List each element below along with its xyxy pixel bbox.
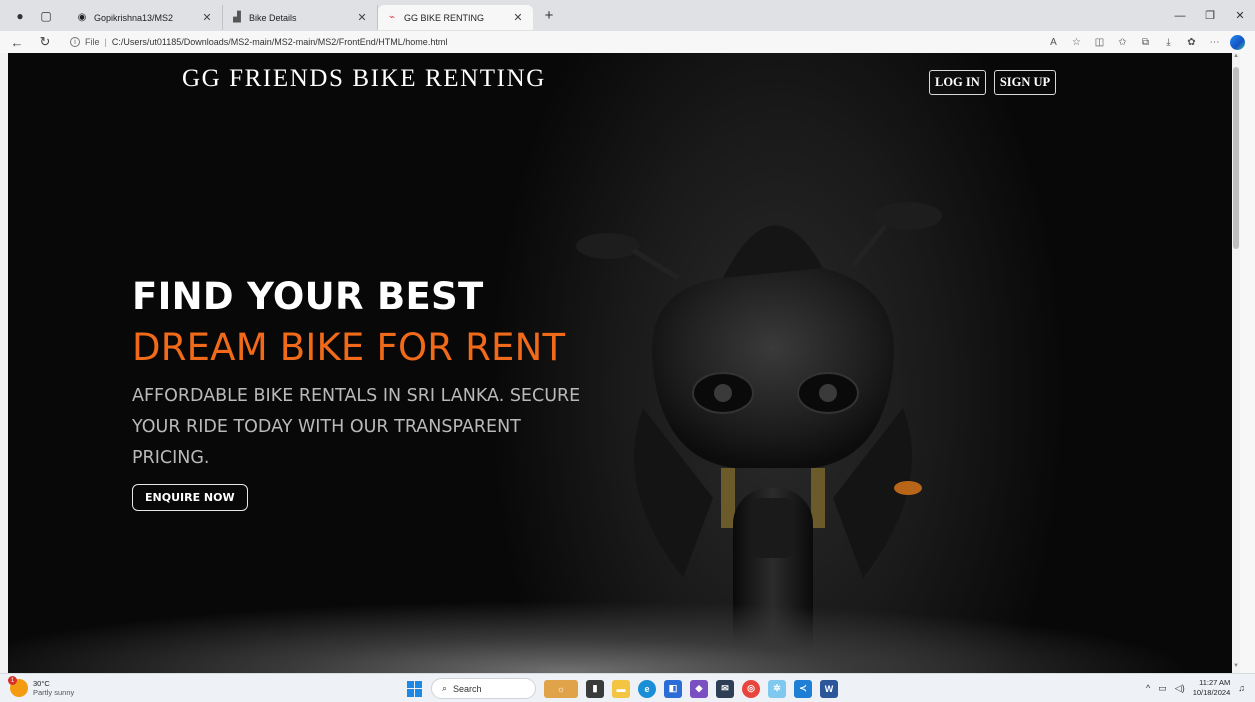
refresh-icon[interactable]: ↻	[34, 31, 56, 53]
hero-subtitle: AFFORDABLE BIKE RENTALS IN SRI LANKA. SE…	[132, 386, 581, 468]
extensions-icon[interactable]: ✿	[1180, 31, 1203, 53]
chevron-up-icon[interactable]: ^	[1146, 683, 1150, 693]
hero-heading-line2: DREAM BIKE FOR RENT	[132, 326, 566, 369]
profile-icon[interactable]: ●	[12, 8, 28, 24]
clock[interactable]: 11:27 AM 10/18/2024	[1193, 678, 1231, 698]
hero-content: FIND YOUR BEST DREAM BIKE FOR RENT AFFOR…	[132, 275, 592, 511]
info-icon[interactable]: i	[70, 37, 80, 47]
widgets-app-icon[interactable]: ☼	[544, 679, 578, 698]
favorite-star-icon[interactable]: ☆	[1065, 31, 1088, 53]
weather-text: 30°C Partly sunny	[33, 679, 74, 697]
edge-browser-icon[interactable]: e	[638, 679, 656, 698]
taskbar: 1 30°C Partly sunny ⌕ Search ☼ ▮ ▬ e ◧ ◆…	[0, 673, 1255, 702]
url-separator: |	[104, 37, 107, 47]
browser-tab-strip: ● ▢ ◉ Gopikrishna13/MS2 ✕ ▟ Bike Details…	[0, 0, 1255, 31]
browser-tab-active[interactable]: ⌁ GG BIKE RENTING ✕	[378, 5, 533, 30]
github-icon: ◉	[77, 12, 87, 23]
clock-date: 10/18/2024	[1192, 688, 1231, 697]
login-button[interactable]: LOG IN	[929, 70, 986, 95]
back-icon[interactable]: ←	[6, 31, 28, 53]
network-icon[interactable]: ▭	[1158, 683, 1167, 694]
url-field[interactable]: i File | C:/Users/ut01185/Downloads/MS2-…	[70, 37, 1042, 47]
weather-widget[interactable]: 1 30°C Partly sunny	[8, 676, 74, 697]
browser-toolbar: A ☆ ◫ ✩ ⧉ ⤓ ✿ ⋯	[1042, 31, 1249, 53]
minimize-icon[interactable]: —	[1165, 0, 1195, 31]
bike-favicon: ⌁	[388, 12, 396, 23]
weather-condition: Partly sunny	[33, 688, 75, 697]
store-app-icon[interactable]: ◧	[664, 679, 682, 698]
hero-heading-line1: FIND YOUR BEST	[132, 275, 484, 318]
notification-badge: 1	[8, 676, 17, 685]
close-icon[interactable]: ✕	[355, 11, 369, 24]
word-icon[interactable]: W	[820, 679, 838, 698]
mail-app-icon[interactable]: ✉	[716, 679, 734, 698]
auth-nav: LOG IN SIGN UP	[929, 70, 1057, 95]
favorites-icon[interactable]: ✩	[1111, 31, 1134, 53]
window-controls: — ❐ ✕	[1165, 0, 1255, 31]
tab-strip-lead: ● ▢	[0, 0, 68, 31]
enquire-now-button[interactable]: ENQUIRE NOW	[132, 484, 248, 511]
weather-temp: 30°C	[33, 679, 50, 688]
restore-icon[interactable]: ❐	[1195, 0, 1225, 31]
floor-light	[8, 553, 1240, 673]
url-path: C:/Users/ut01185/Downloads/MS2-main/MS2-…	[111, 37, 448, 47]
close-icon[interactable]: ✕	[200, 11, 214, 24]
chrome-icon[interactable]: ◎	[742, 679, 760, 698]
tab-title: Gopikrishna13/MS2	[94, 12, 174, 23]
close-icon[interactable]: ✕	[511, 11, 525, 24]
signup-button[interactable]: SIGN UP	[993, 70, 1057, 95]
read-aloud-icon[interactable]: A	[1042, 31, 1065, 53]
scroll-up-icon[interactable]: ▲	[1232, 53, 1240, 63]
page-scrollbar[interactable]: ▲ ▼	[1232, 53, 1240, 673]
page-viewport: GG FRIENDS BIKE RENTING LOG IN SIGN UP F…	[8, 53, 1240, 673]
close-window-icon[interactable]: ✕	[1225, 0, 1255, 31]
downloads-icon[interactable]: ⤓	[1157, 31, 1180, 53]
split-screen-icon[interactable]: ◫	[1088, 31, 1111, 53]
system-tray: ^ ▭ ◁) 11:27 AM 10/18/2024 ♫	[1146, 678, 1245, 698]
clock-time: 11:27 AM	[1199, 678, 1231, 687]
search-icon: ⌕	[442, 683, 448, 693]
more-icon[interactable]: ⋯	[1203, 31, 1226, 53]
browser-tab[interactable]: ▟ Bike Details ✕	[223, 5, 378, 30]
window-gutter	[1240, 53, 1255, 673]
photos-app-icon[interactable]: ✲	[768, 679, 786, 698]
windows-start-icon[interactable]	[407, 680, 423, 697]
new-tab-button[interactable]: +	[537, 4, 561, 28]
visual-studio-icon[interactable]: ◆	[690, 679, 708, 698]
notification-bell-icon[interactable]: ♫	[1238, 683, 1245, 693]
collections-icon[interactable]: ⧉	[1134, 31, 1157, 53]
taskbar-apps: ⌕ Search ☼ ▮ ▬ e ◧ ◆ ✉ ◎ ✲ ≺ W	[407, 678, 838, 699]
volume-icon[interactable]: ◁)	[1175, 683, 1185, 694]
task-view-icon[interactable]: ▮	[586, 679, 604, 698]
scrollbar-thumb[interactable]	[1233, 67, 1239, 249]
weather-icon: 1	[8, 676, 28, 697]
tab-title: GG BIKE RENTING	[404, 12, 485, 23]
scroll-down-icon[interactable]: ▼	[1232, 663, 1240, 673]
copilot-icon[interactable]	[1226, 31, 1249, 53]
taskbar-search[interactable]: ⌕ Search	[431, 678, 536, 699]
page-icon: ▟	[233, 12, 241, 23]
tab-title: Bike Details	[249, 12, 297, 23]
file-explorer-icon[interactable]: ▬	[612, 679, 630, 698]
vscode-icon[interactable]: ≺	[794, 679, 812, 698]
browser-tab[interactable]: ◉ Gopikrishna13/MS2 ✕	[68, 5, 223, 30]
address-bar: ← ↻ i File | C:/Users/ut01185/Downloads/…	[0, 31, 1255, 53]
tab-actions-icon[interactable]: ▢	[38, 8, 54, 24]
url-scheme: File	[85, 37, 100, 47]
search-label: Search	[453, 683, 482, 694]
site-brand[interactable]: GG FRIENDS BIKE RENTING	[182, 65, 546, 93]
